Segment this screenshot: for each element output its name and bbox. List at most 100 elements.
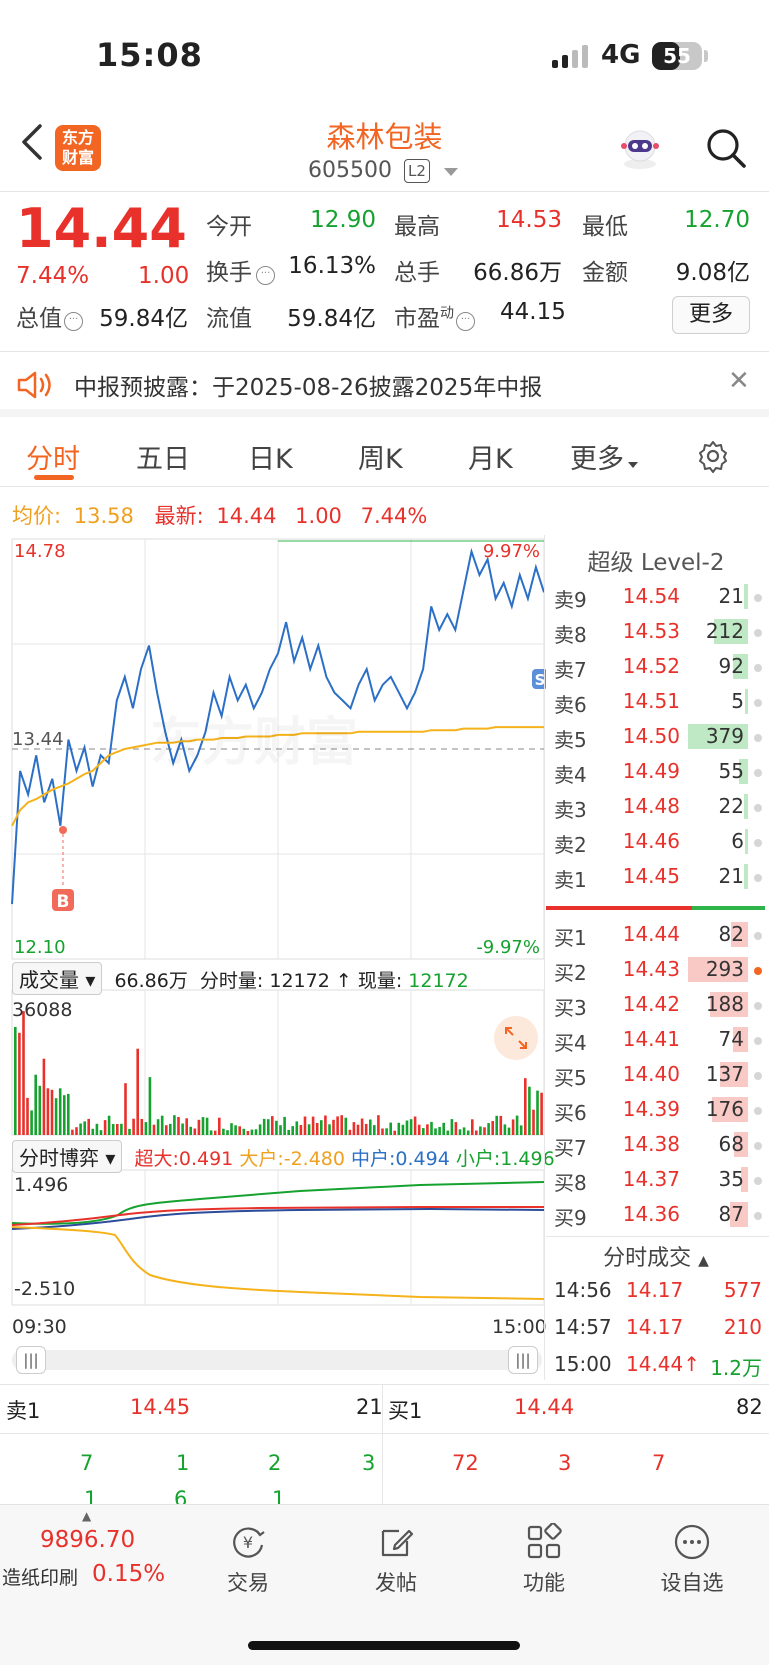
- ask-row[interactable]: 卖7 14.52 92: [546, 650, 764, 684]
- ask-volume-bar: [744, 584, 748, 609]
- bid-status-dot: [754, 1072, 762, 1080]
- tab-weekly-k[interactable]: 周K: [358, 437, 403, 476]
- volume-bar: [295, 1121, 299, 1135]
- volume-bar: [405, 1120, 409, 1135]
- bid-row[interactable]: 买7 14.38 68: [546, 1128, 764, 1162]
- stock-code-selector[interactable]: 605500 L2: [300, 156, 470, 186]
- caret-up-icon: ▲: [698, 1253, 709, 1269]
- ticks-title[interactable]: 分时成交 ▲: [546, 1240, 766, 1272]
- intraday-chart[interactable]: 14.78 13.44 12.10 9.97% -9.97% B S 36088…: [0, 535, 546, 1335]
- ask-row[interactable]: 卖1 14.45 21: [546, 860, 764, 894]
- ask-volume: 379: [705, 724, 744, 748]
- more-dots-icon[interactable]: ···: [456, 312, 475, 331]
- y-mid-label: 13.44: [12, 729, 64, 750]
- nav-functions[interactable]: 功能: [494, 1523, 594, 1597]
- pe-label: 市盈动 ···: [394, 299, 477, 333]
- bid-volume: 137: [705, 1062, 744, 1086]
- volume-bar: [79, 1123, 82, 1135]
- bid-row[interactable]: 买9 14.36 87: [546, 1198, 764, 1232]
- tick-price: 14.17: [626, 1278, 684, 1302]
- bid-row[interactable]: 买5 14.40 137: [546, 1058, 764, 1092]
- ask-status-dot: [754, 874, 762, 882]
- volume-bar: [120, 1123, 123, 1135]
- volume-bar: [442, 1122, 445, 1135]
- nav-trade[interactable]: ¥ 交易: [198, 1523, 298, 1597]
- bid-row[interactable]: 买4 14.41 74: [546, 1023, 764, 1057]
- volume-bar: [103, 1120, 107, 1135]
- tab-monthly-k[interactable]: 月K: [468, 437, 513, 476]
- bid-row[interactable]: 买3 14.42 188: [546, 988, 764, 1022]
- tab-five-day[interactable]: 五日: [136, 437, 190, 476]
- ask-row[interactable]: 卖4 14.49 55: [546, 755, 764, 789]
- level2-title[interactable]: 超级 Level-2: [546, 543, 766, 577]
- tick-volume: 1.2万: [710, 1356, 762, 1380]
- ask-row[interactable]: 卖9 14.54 21: [546, 580, 764, 614]
- time-range-scrollbar[interactable]: [12, 1350, 542, 1370]
- bid-row[interactable]: 买6 14.39 176: [546, 1093, 764, 1127]
- bid-row[interactable]: 买1 14.44 82: [546, 918, 764, 952]
- small-label: 小户:: [455, 1148, 501, 1170]
- change-percent: 7.44%: [16, 263, 90, 289]
- bid-level-label: 买7: [554, 1136, 587, 1160]
- scroll-handle-left[interactable]: |||: [16, 1346, 46, 1374]
- volume-bar: [515, 1115, 519, 1135]
- sector-index[interactable]: ▲ 9896.70 造纸印刷 0.15%: [0, 1505, 175, 1615]
- open-label: 今开: [206, 214, 252, 240]
- more-dots-icon[interactable]: ···: [256, 266, 275, 285]
- edit-icon: [381, 1529, 414, 1557]
- volume-bar: [205, 1117, 209, 1135]
- ask-row[interactable]: 卖8 14.53 212: [546, 615, 764, 649]
- volume-bar: [291, 1126, 294, 1135]
- volume-bar: [250, 1129, 254, 1135]
- bid-row[interactable]: 买8 14.37 35: [546, 1163, 764, 1197]
- caret-down-icon: [628, 462, 638, 468]
- game-indicator-select[interactable]: 分时博弈 ▾: [12, 1140, 123, 1173]
- volume-indicator-select[interactable]: 成交量 ▾: [12, 962, 103, 995]
- search-icon[interactable]: [704, 126, 748, 170]
- volume-bar: [356, 1124, 360, 1135]
- nav-post[interactable]: 发帖: [346, 1523, 446, 1597]
- tab-more[interactable]: 更多: [570, 437, 638, 476]
- qb-row-divider: [0, 1433, 769, 1434]
- more-dots-icon[interactable]: ···: [64, 312, 83, 331]
- more-button[interactable]: 更多: [672, 296, 750, 334]
- low-value: 12.70: [684, 207, 750, 233]
- tab-daily-k[interactable]: 日K: [248, 437, 293, 476]
- volume-bar: [144, 1122, 148, 1135]
- ticks-divider: [546, 1236, 769, 1237]
- buy-marker[interactable]: B: [52, 826, 74, 912]
- volume-bar: [234, 1125, 237, 1135]
- tick-row: 14:56 14.17 577: [546, 1274, 768, 1310]
- tab-intraday[interactable]: 分时: [26, 437, 80, 476]
- close-icon[interactable]: ✕: [728, 366, 750, 396]
- scroll-handle-right[interactable]: |||: [508, 1346, 538, 1374]
- bid-volume: 74: [718, 1027, 744, 1051]
- big-value: -2.480: [283, 1148, 345, 1170]
- volume-bar: [140, 1119, 144, 1135]
- volume-bar: [422, 1128, 425, 1135]
- volume-label: 总手: [394, 260, 440, 286]
- notice-banner[interactable]: 中报预披露：于2025-08-26披露2025年中报 ✕: [0, 351, 769, 417]
- volume-bar: [532, 1109, 535, 1135]
- ask-row[interactable]: 卖5 14.50 379: [546, 720, 764, 754]
- market-cap-label: 总值 ···: [16, 299, 85, 333]
- chart-tabs: 分时 五日 日K 周K 月K 更多: [0, 425, 769, 487]
- bid-row[interactable]: 买2 14.43 293: [546, 953, 764, 987]
- nav-add-watchlist[interactable]: 设自选: [642, 1523, 742, 1597]
- volume-bar: [438, 1127, 441, 1135]
- gear-icon[interactable]: [696, 439, 730, 473]
- sector-name: 造纸印刷: [2, 1567, 79, 1589]
- ask-row[interactable]: 卖2 14.46 6: [546, 825, 764, 859]
- game-y-bot: -2.510: [14, 1278, 75, 1300]
- ask-row[interactable]: 卖3 14.48 22: [546, 790, 764, 824]
- volume-bar: [369, 1119, 372, 1135]
- expand-icon[interactable]: [494, 1016, 538, 1060]
- volume-bar: [111, 1124, 115, 1135]
- amount-value: 9.08亿: [675, 260, 750, 286]
- ask-level-label: 卖7: [554, 658, 587, 682]
- robot-assistant-icon[interactable]: [616, 124, 664, 172]
- bid-status-dot: [754, 1002, 762, 1010]
- bid-level-label: 买2: [554, 961, 587, 985]
- ask-row[interactable]: 卖6 14.51 5: [546, 685, 764, 719]
- caret-up-icon: ▲: [82, 1509, 92, 1523]
